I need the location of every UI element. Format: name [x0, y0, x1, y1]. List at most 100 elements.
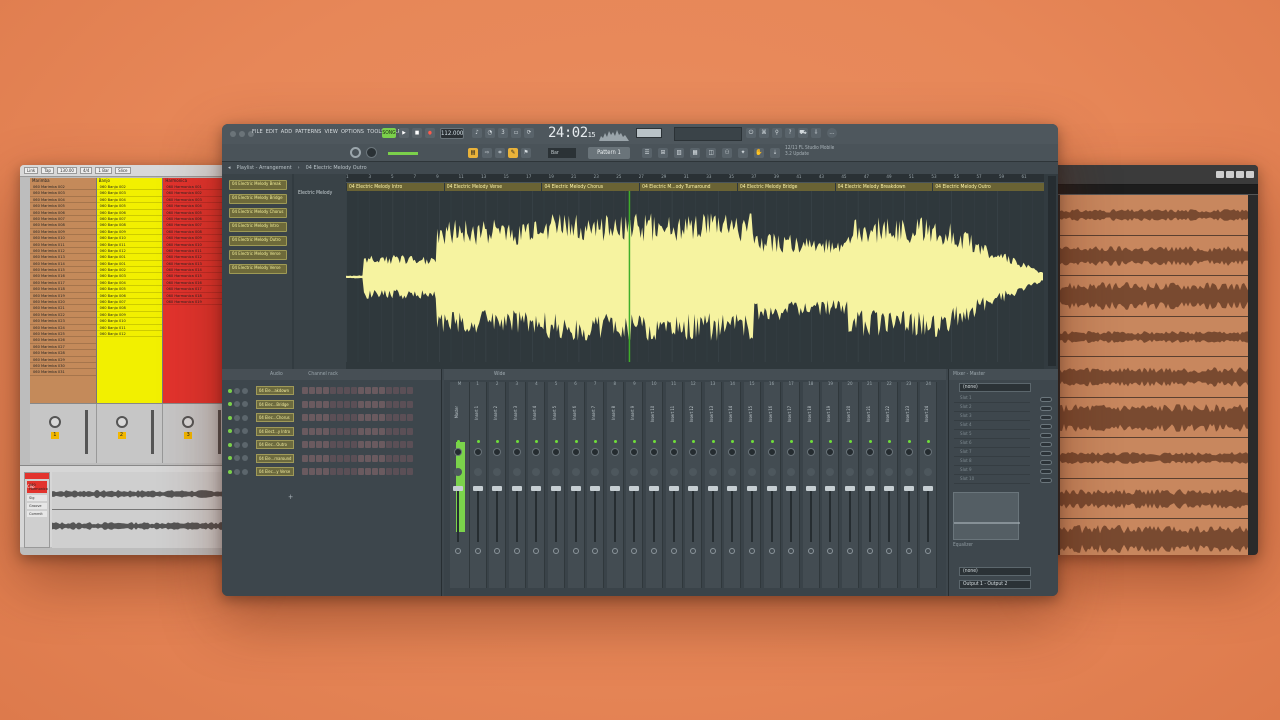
plugin-picker-icon[interactable]: ◫ — [706, 148, 716, 158]
master-volume-slider[interactable] — [388, 152, 418, 155]
step-button[interactable] — [358, 468, 364, 475]
step-button[interactable] — [372, 387, 378, 394]
step-button[interactable] — [393, 441, 399, 448]
mute-led[interactable] — [228, 469, 232, 474]
step-button[interactable] — [386, 400, 392, 408]
step-button[interactable] — [379, 441, 385, 448]
step-button[interactable] — [365, 387, 371, 394]
route-button[interactable] — [827, 548, 834, 554]
clip-header[interactable]: 04 Electric Melody Breakdown — [834, 183, 933, 191]
step-button[interactable] — [372, 468, 378, 475]
stereo-knob[interactable] — [826, 468, 835, 476]
paint-icon[interactable]: ✎ — [508, 148, 518, 158]
step-button[interactable] — [379, 468, 385, 475]
pan-knob[interactable] — [748, 448, 756, 456]
channel-row[interactable]: 04 Ele...rnaround — [228, 453, 413, 464]
channel-row[interactable]: 04 Elec...Bridge — [228, 399, 413, 410]
tuner-icon[interactable]: ⌘ — [759, 128, 769, 138]
mixer-strip[interactable]: 13 Insert 13 — [704, 382, 722, 588]
volume-fader-handle[interactable] — [727, 486, 738, 491]
effect-slot[interactable]: Slot 3 — [954, 413, 1030, 421]
step-button[interactable] — [337, 468, 343, 475]
stereo-knob[interactable] — [904, 468, 913, 476]
enable-led[interactable] — [711, 440, 715, 443]
channel-name-button[interactable]: 04 Ele...akdown — [256, 386, 294, 395]
channel-name-button[interactable]: 04 Elec...y Verse — [256, 467, 294, 476]
step-button[interactable] — [316, 468, 322, 475]
volume-fader-track[interactable] — [594, 486, 597, 542]
step-button[interactable] — [302, 400, 308, 408]
tempo-display[interactable]: 112.000 — [440, 128, 464, 139]
step-button[interactable] — [379, 414, 385, 421]
cart-icon[interactable]: ⛟ — [798, 128, 808, 138]
step-button[interactable] — [344, 387, 350, 394]
step-button[interactable] — [372, 414, 378, 421]
step-button[interactable] — [407, 468, 413, 475]
timeline-ruler[interactable]: 1 3 5 7 9 11 13 15 17 19 21 23 25 27 29 31 33 35 37 39 41 43 4… — [346, 174, 1044, 183]
mixer-strip[interactable]: 16 Insert 16 — [763, 382, 781, 588]
volume-fader-track[interactable] — [731, 486, 734, 542]
step-button[interactable] — [393, 454, 399, 462]
route-button[interactable] — [905, 548, 912, 554]
toolbar-button[interactable]: 4/4 — [79, 167, 93, 174]
audio-track[interactable] — [1060, 478, 1248, 519]
stereo-knob[interactable] — [865, 468, 874, 476]
volume-fader-track[interactable] — [672, 486, 675, 542]
stereo-knob[interactable] — [846, 468, 854, 476]
route-button[interactable] — [807, 548, 814, 554]
step-button[interactable] — [386, 427, 392, 435]
step-button[interactable] — [309, 427, 315, 435]
route-button[interactable] — [729, 548, 736, 554]
volume-fader-track[interactable] — [457, 486, 459, 542]
pan-knob[interactable] — [865, 448, 874, 456]
step-button[interactable] — [358, 454, 364, 462]
arrow-icon[interactable]: ⇨ — [482, 148, 492, 158]
playlist-breadcrumb[interactable]: 04 Electric Melody Outro — [306, 165, 367, 171]
playlist-scrollbar[interactable] — [1048, 176, 1056, 366]
channel-row[interactable]: 04 Elec...y Verse — [228, 466, 413, 477]
step-button[interactable] — [309, 454, 315, 462]
route-button[interactable] — [788, 548, 795, 554]
volume-fader-handle[interactable] — [570, 486, 581, 491]
playlist-icon[interactable]: ▤ — [468, 148, 478, 158]
mixer-strip[interactable]: 2 Insert 2 — [489, 382, 507, 588]
slot-mix-knob[interactable] — [1040, 468, 1052, 474]
picker-clip[interactable]: 04 Electric Melody Verse — [229, 264, 287, 274]
pan-knob[interactable] — [242, 455, 248, 461]
step-button[interactable] — [400, 427, 406, 435]
pan-knob[interactable] — [512, 448, 521, 456]
audio-track[interactable] — [1060, 195, 1248, 236]
menu-item[interactable]: PATTERNS — [295, 129, 321, 135]
step-button[interactable] — [372, 400, 378, 408]
clip-header[interactable]: 04 Electric Melody Bridge — [736, 183, 835, 191]
audio-track[interactable] — [1060, 438, 1248, 479]
pan-knob[interactable] — [846, 448, 854, 456]
step-button[interactable] — [309, 468, 315, 475]
stereo-knob[interactable] — [708, 468, 717, 476]
enable-led[interactable] — [574, 440, 578, 443]
slot-mix-knob[interactable] — [1040, 441, 1052, 447]
volume-fader-handle[interactable] — [472, 486, 483, 491]
step-button[interactable] — [309, 414, 315, 421]
step-button[interactable] — [393, 427, 399, 435]
step-button[interactable] — [351, 454, 357, 462]
pan-knob[interactable] — [48, 416, 61, 428]
slot-mix-knob[interactable] — [1040, 414, 1052, 420]
playlist-lane[interactable]: 1 3 5 7 9 11 13 15 17 19 21 23 25 27 29 31 33 35 37 39 41 43 4… — [346, 174, 1044, 369]
menu-item[interactable]: EDIT — [266, 129, 278, 135]
pan-knob[interactable] — [571, 448, 580, 456]
enable-led[interactable] — [790, 440, 794, 443]
toolbar-button[interactable]: Slice — [115, 167, 131, 174]
enable-led[interactable] — [496, 440, 500, 443]
step-button[interactable] — [337, 441, 343, 448]
output-selector[interactable]: Output 1 - Output 2 — [959, 580, 1031, 589]
pan-knob[interactable] — [552, 448, 560, 456]
route-button[interactable] — [592, 548, 599, 554]
step-button[interactable] — [302, 468, 308, 475]
route-button[interactable] — [709, 548, 716, 554]
step-sequencer[interactable] — [302, 454, 413, 462]
enable-led[interactable] — [457, 440, 460, 443]
step-button[interactable] — [400, 400, 406, 408]
volume-fader-track[interactable] — [907, 486, 910, 542]
enable-led[interactable] — [927, 440, 931, 443]
